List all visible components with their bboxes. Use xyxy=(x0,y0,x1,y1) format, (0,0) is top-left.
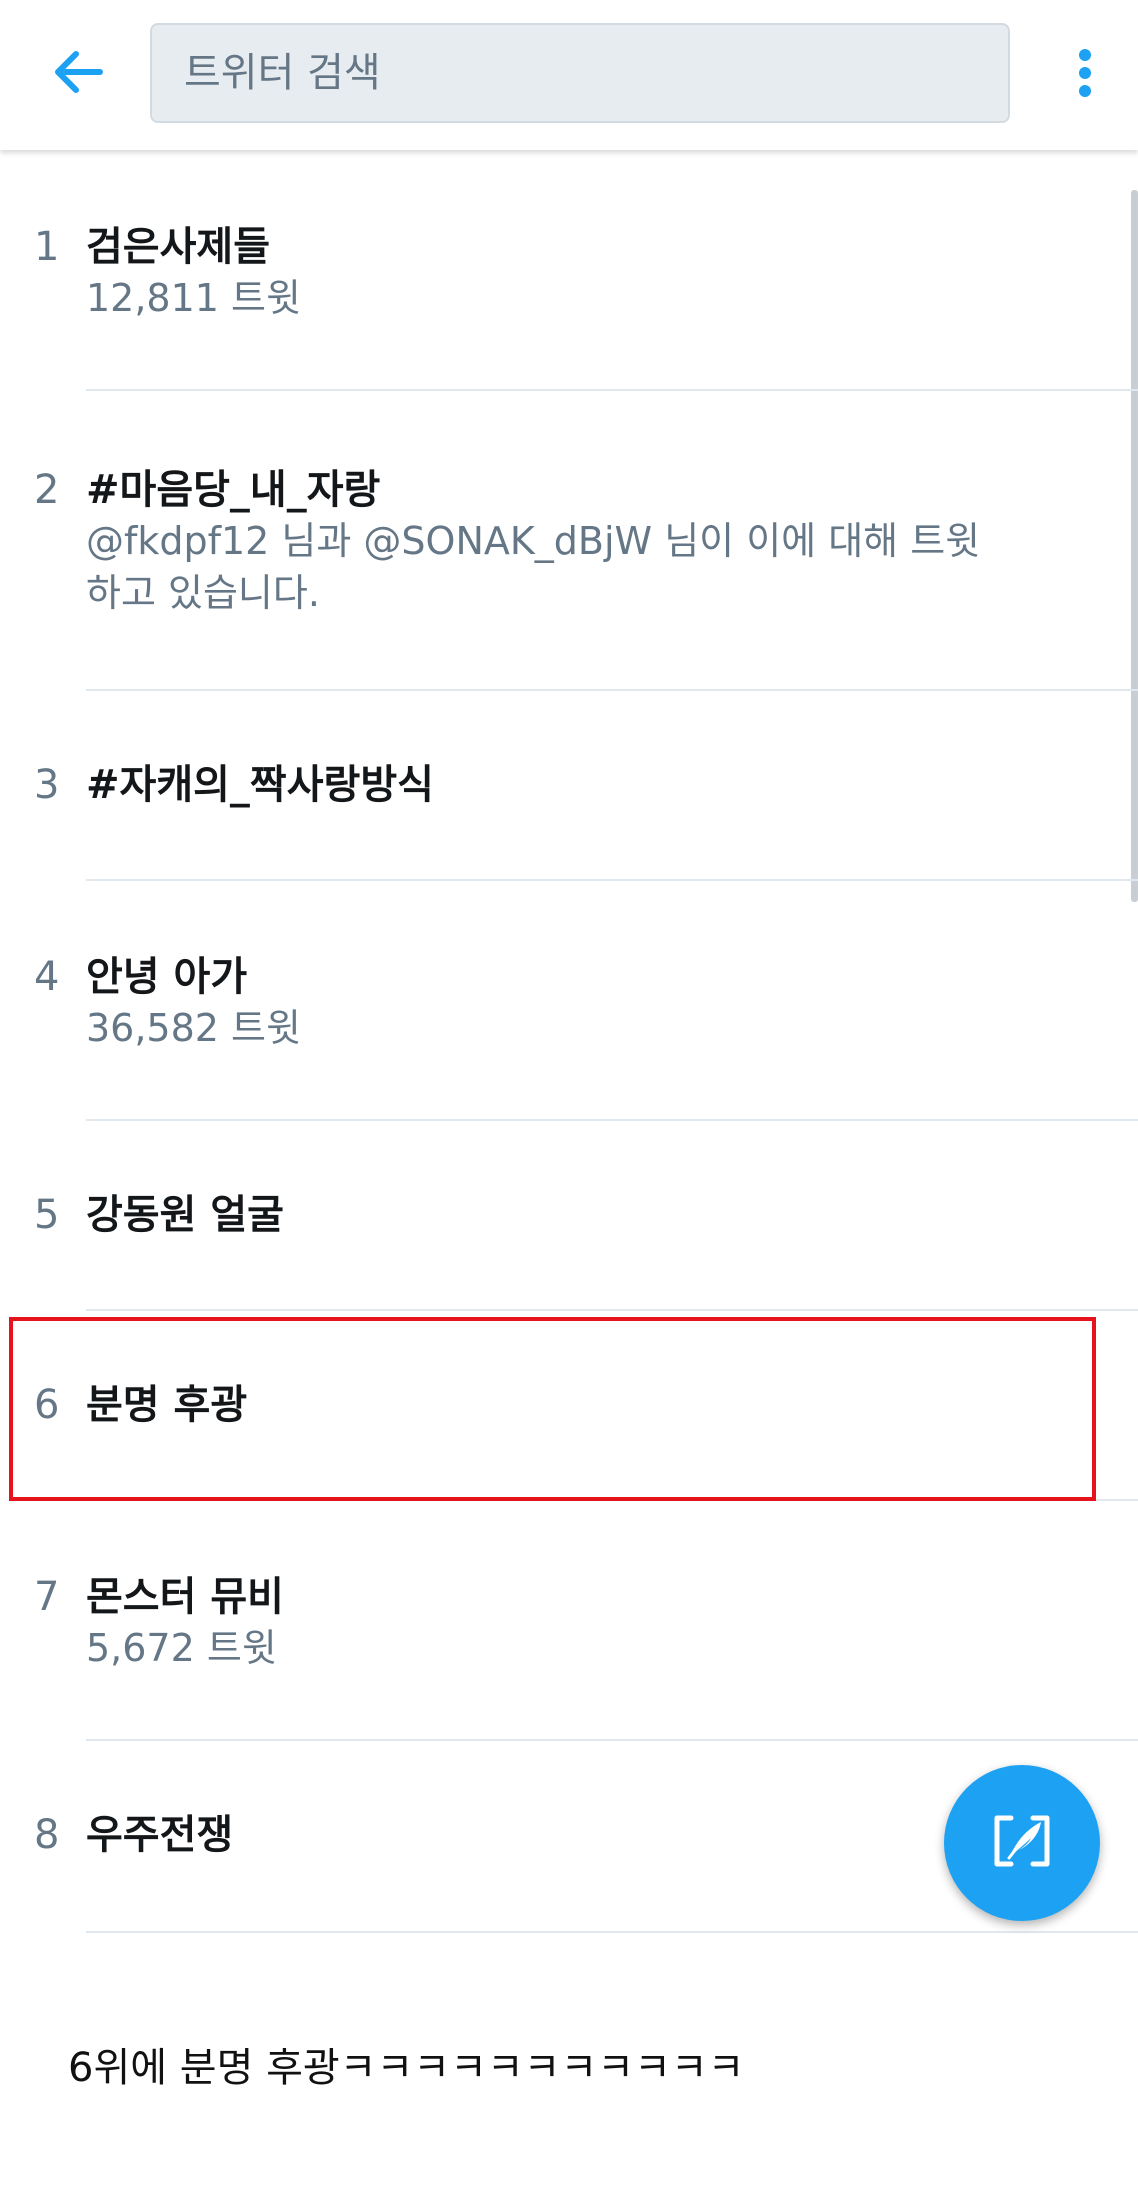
search-input[interactable] xyxy=(152,25,1008,121)
trend-rank: 8 xyxy=(34,1812,60,1858)
trend-rank: 4 xyxy=(34,954,60,1000)
trend-title: 강동원 얼굴 xyxy=(86,1192,284,1238)
trend-title: 안녕 아가 xyxy=(86,954,248,1000)
trend-rank: 7 xyxy=(34,1574,60,1620)
divider xyxy=(86,1931,1138,1933)
trend-rank: 2 xyxy=(34,467,60,513)
trend-title: #자캐의_짝사랑방식 xyxy=(86,762,434,808)
trend-item-1[interactable]: 1 검은사제들 12,811 트윗 xyxy=(0,150,1138,390)
arrow-left-icon xyxy=(52,50,104,98)
trend-rank: 5 xyxy=(34,1192,60,1238)
trend-rank: 3 xyxy=(34,762,60,808)
trend-tweet-count: 12,811 트윗 xyxy=(86,276,301,320)
trend-item-4[interactable]: 4 안녕 아가 36,582 트윗 xyxy=(0,880,1138,1120)
trend-tweet-count: 36,582 트윗 xyxy=(86,1006,301,1050)
trend-title: #마음당_내_자랑 xyxy=(86,467,381,513)
trend-title: 검은사제들 xyxy=(86,224,270,270)
trend-title: 몬스터 뮤비 xyxy=(86,1574,284,1620)
trend-item-7[interactable]: 7 몬스터 뮤비 5,672 트윗 xyxy=(0,1500,1138,1740)
trend-rank: 1 xyxy=(34,224,60,270)
caption-text: 6위에 분명 후광ㅋㅋㅋㅋㅋㅋㅋㅋㅋㅋㅋ xyxy=(68,2045,745,2091)
overflow-menu-button[interactable] xyxy=(1060,45,1110,105)
trend-description: @fkdpf12 님과 @SONAK_dBjW 님이 이에 대해 트윗하고 있습… xyxy=(86,519,981,615)
app-header xyxy=(0,0,1138,150)
trend-item-3[interactable]: 3 #자캐의_짝사랑방식 xyxy=(0,690,1138,880)
compose-tweet-button[interactable] xyxy=(944,1765,1100,1921)
back-button[interactable] xyxy=(38,38,118,110)
trend-item-2[interactable]: 2 #마음당_내_자랑 @fkdpf12 님과 @SONAK_dBjW 님이 이… xyxy=(0,390,1138,690)
search-box[interactable] xyxy=(150,23,1010,123)
more-vertical-icon xyxy=(1077,48,1093,102)
trend-item-5[interactable]: 5 강동원 얼굴 xyxy=(0,1120,1138,1310)
trend-tweet-count: 5,672 트윗 xyxy=(86,1626,277,1670)
highlight-box xyxy=(9,1317,1096,1501)
compose-tweet-icon xyxy=(989,1808,1055,1878)
trend-title: 우주전쟁 xyxy=(86,1812,234,1858)
